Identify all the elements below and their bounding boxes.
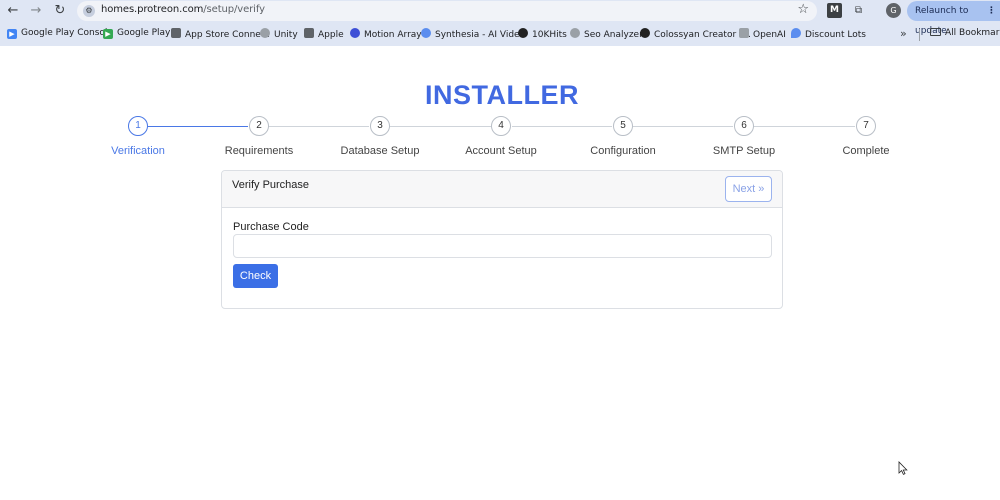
bookmark-label: Seo Analyzer [584, 30, 643, 40]
step-smtp-setup[interactable]: 6 SMTP Setup [684, 116, 804, 157]
colossyan-icon [640, 28, 650, 38]
motion-array-icon [350, 28, 360, 38]
bookmark-label: Unity [274, 30, 298, 40]
mouse-cursor-icon [898, 461, 908, 475]
bookmark-label: Colossyan Creator -... [654, 30, 751, 40]
step-number: 7 [856, 116, 876, 136]
bookmark-item[interactable]: Unity [260, 28, 298, 40]
10khits-icon [518, 28, 528, 38]
folder-icon [930, 28, 941, 36]
bookmark-item[interactable]: App Store Connect [171, 28, 269, 40]
url-host: homes.protreon.com [101, 4, 204, 15]
step-number: 3 [370, 116, 390, 136]
location-pin-icon [791, 28, 801, 38]
profile-avatar-icon[interactable]: G [886, 3, 901, 18]
bookmark-item[interactable]: OpenAI [739, 28, 786, 40]
step-label: Database Setup [340, 145, 420, 157]
bookmark-label: Apple [318, 30, 344, 40]
bookmark-item[interactable]: 10KHits [518, 28, 567, 40]
relaunch-button[interactable]: Relaunch to update ⋮ [907, 1, 1000, 36]
browser-chrome: ← → ↻ ⚙ homes.protreon.com/setup/verify … [0, 0, 1000, 46]
url-text: homes.protreon.com/setup/verify [101, 4, 265, 15]
step-verification[interactable]: 1 Verification [78, 116, 198, 157]
purchase-code-label: Purchase Code [233, 221, 309, 233]
card-title: Verify Purchase [232, 179, 310, 191]
step-label: Complete [842, 145, 890, 157]
bookmark-item[interactable]: ▶ Google Play Console [7, 28, 113, 39]
step-configuration[interactable]: 5 Configuration [563, 116, 683, 157]
extensions-puzzle-icon[interactable]: ⧉ [851, 3, 866, 18]
step-database-setup[interactable]: 3 Database Setup [320, 116, 440, 157]
synthesia-icon [421, 28, 431, 38]
step-label: SMTP Setup [712, 145, 776, 157]
apple-icon [304, 28, 314, 38]
step-number: 1 [128, 116, 148, 136]
google-play-console-icon: ▶ [7, 29, 17, 39]
bookmark-item[interactable]: Discount Lots [791, 28, 866, 40]
bookmark-label: Google Play Console [21, 28, 113, 38]
card-header: Verify Purchase Next » [222, 171, 782, 208]
bookmark-item[interactable]: Motion Array [350, 28, 422, 40]
bookmark-label: Discount Lots [805, 30, 866, 40]
bookmark-label: Motion Array [364, 30, 422, 40]
bookmarks-divider [919, 29, 920, 41]
step-label: Verification [111, 145, 165, 157]
stepper: 1 Verification 2 Requirements 3 Database… [0, 116, 1000, 161]
step-number: 5 [613, 116, 633, 136]
next-button[interactable]: Next » [725, 176, 772, 202]
browser-toolbar: ← → ↻ ⚙ homes.protreon.com/setup/verify … [0, 0, 1000, 36]
more-bookmarks-button[interactable]: » [900, 27, 907, 40]
purchase-code-input[interactable] [233, 234, 772, 258]
step-number: 6 [734, 116, 754, 136]
address-bar[interactable]: ⚙ homes.protreon.com/setup/verify ☆ [77, 1, 817, 21]
step-number: 2 [249, 116, 269, 136]
kebab-menu-icon[interactable]: ⋮ [987, 1, 996, 21]
forward-arrow-icon[interactable]: → [27, 2, 45, 20]
apple-icon [171, 28, 181, 38]
back-arrow-icon[interactable]: ← [4, 2, 22, 20]
verify-purchase-card: Verify Purchase Next » Purchase Code Che… [221, 170, 783, 309]
bookmark-item[interactable]: Colossyan Creator -... [640, 28, 751, 40]
google-play-icon: ▶ [103, 29, 113, 39]
step-label: Configuration [590, 145, 656, 157]
step-label: Account Setup [465, 145, 537, 157]
seo-analyzer-icon [570, 28, 580, 38]
bookmark-label: Google Play [117, 28, 171, 38]
step-account-setup[interactable]: 4 Account Setup [441, 116, 561, 157]
reload-icon[interactable]: ↻ [51, 2, 69, 20]
all-bookmarks-label: All Bookmarks [945, 28, 1000, 38]
bookmarks-bar: ▶ Google Play Console ▶ Google Play App St… [0, 24, 1000, 44]
openai-icon [739, 28, 749, 38]
step-complete[interactable]: 7 Complete [806, 116, 926, 157]
page-title: INSTALLER [425, 80, 579, 110]
unity-icon [260, 28, 270, 38]
bookmark-item[interactable]: Seo Analyzer [570, 28, 643, 40]
step-label: Requirements [224, 145, 294, 157]
check-button[interactable]: Check [233, 264, 278, 288]
step-requirements[interactable]: 2 Requirements [199, 116, 319, 157]
all-bookmarks-button[interactable]: All Bookmarks [930, 28, 1000, 38]
bookmark-item[interactable]: ▶ Google Play [103, 28, 170, 39]
step-number: 4 [491, 116, 511, 136]
bookmark-label: Synthesia - AI Video [435, 30, 526, 40]
bookmark-label: App Store Connect [185, 30, 270, 40]
bookmark-label: OpenAI [753, 30, 786, 40]
bookmark-item[interactable]: Apple [304, 28, 344, 40]
bookmark-star-icon[interactable]: ☆ [797, 2, 809, 17]
url-path: /setup/verify [203, 4, 265, 15]
m-extension-icon[interactable]: M [827, 3, 842, 18]
bookmark-item[interactable]: Synthesia - AI Video [421, 28, 525, 40]
bookmark-label: 10KHits [532, 30, 567, 40]
site-settings-icon[interactable]: ⚙ [83, 5, 95, 17]
